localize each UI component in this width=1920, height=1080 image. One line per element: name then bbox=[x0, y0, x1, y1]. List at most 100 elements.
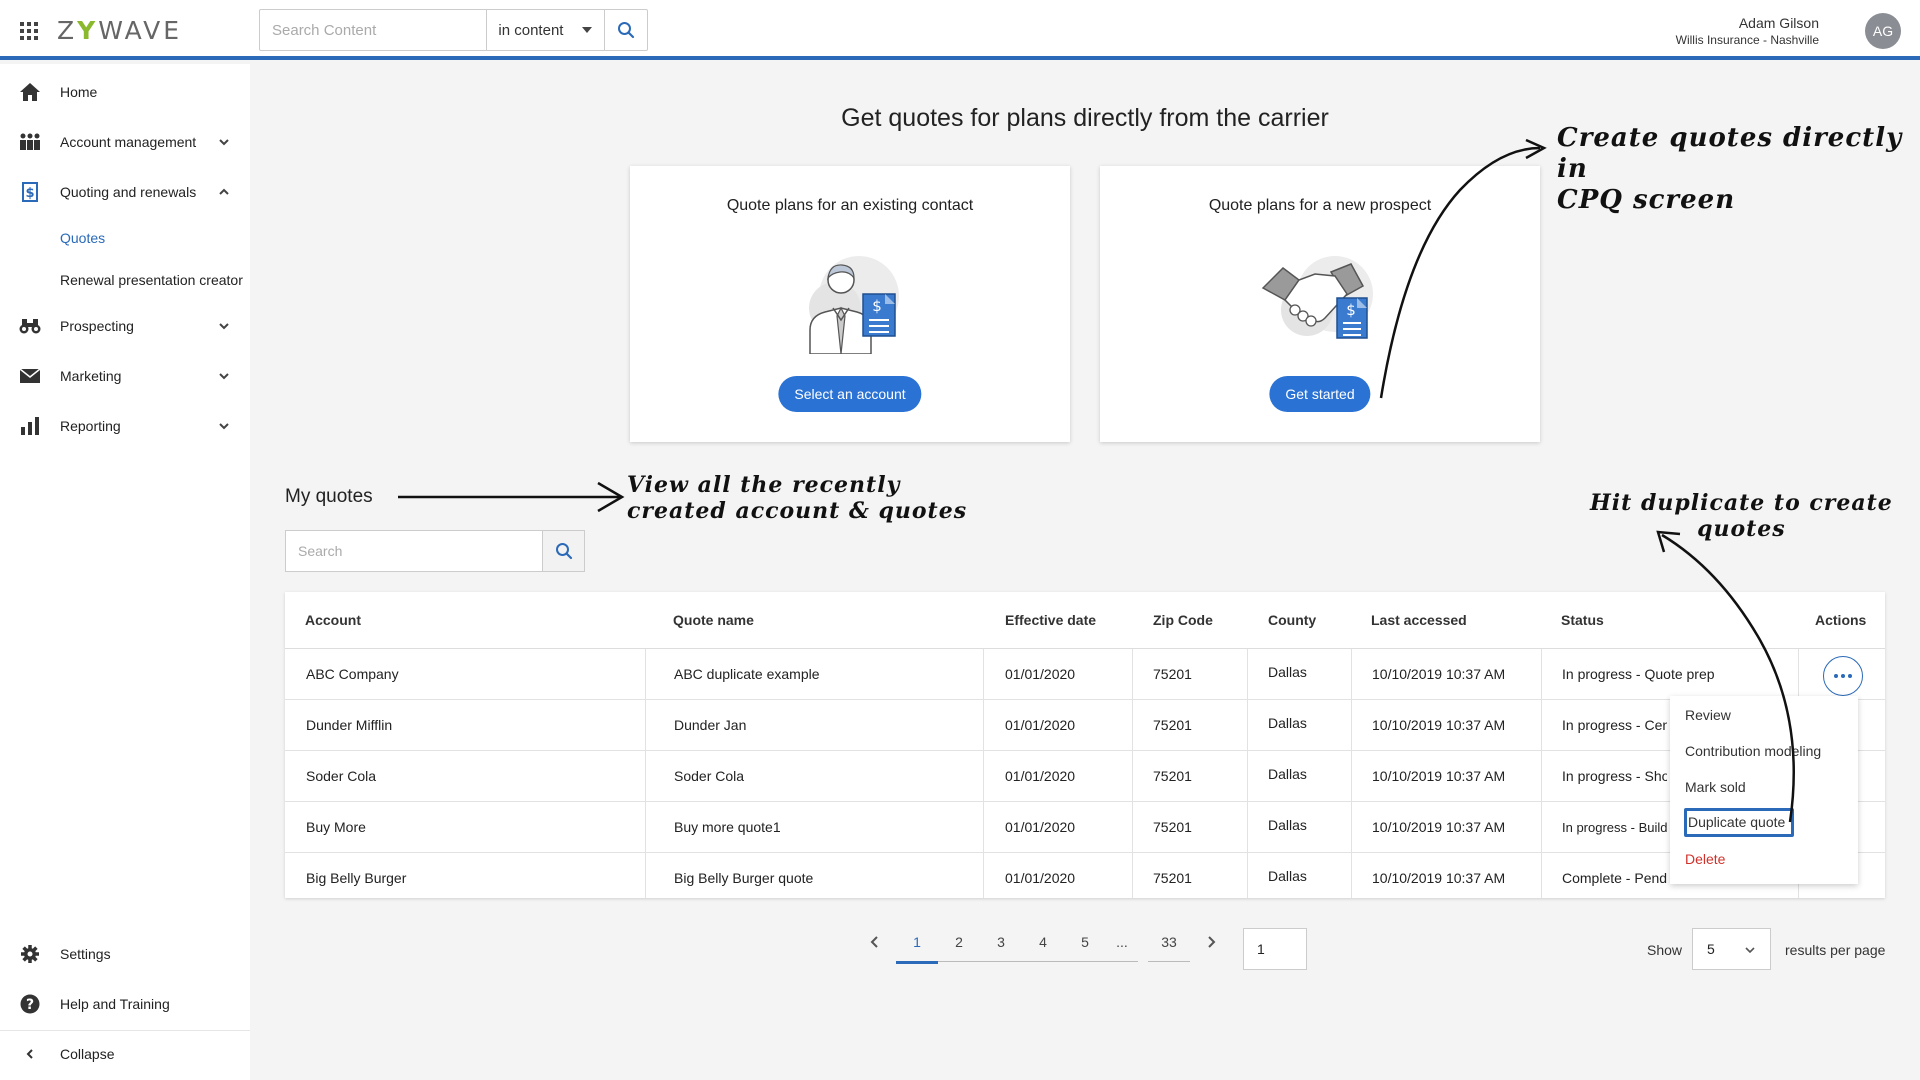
help-circle-icon: ? bbox=[20, 994, 40, 1014]
svg-text:$: $ bbox=[872, 297, 882, 315]
pagination-page-2[interactable]: 2 bbox=[938, 922, 980, 962]
search-scope-select[interactable]: in content bbox=[486, 10, 604, 50]
column-header-account[interactable]: Account bbox=[305, 592, 361, 648]
apps-grid-icon[interactable] bbox=[20, 22, 38, 40]
show-label: Show bbox=[1647, 942, 1683, 958]
column-divider bbox=[1541, 649, 1542, 898]
menu-item-duplicate-quote[interactable]: Duplicate quote bbox=[1684, 808, 1795, 837]
pagination-page-1[interactable]: 1 bbox=[896, 922, 938, 964]
pagination-next[interactable] bbox=[1200, 922, 1222, 962]
quotes-table: Account Quote name Effective date Zip Co… bbox=[285, 592, 1885, 898]
sidebar-label-home: Home bbox=[60, 84, 98, 100]
quotes-search-input[interactable] bbox=[286, 531, 543, 571]
pagination-page-4[interactable]: 4 bbox=[1022, 922, 1064, 962]
binoculars-icon bbox=[19, 319, 41, 334]
menu-item-contribution-modeling[interactable]: Contribution modeling bbox=[1685, 743, 1821, 759]
column-header-last-accessed[interactable]: Last accessed bbox=[1371, 592, 1467, 648]
get-started-button[interactable]: Get started bbox=[1269, 376, 1371, 412]
sidebar-item-prospecting[interactable]: Prospecting bbox=[0, 306, 250, 346]
cell-effective-date: 01/01/2020 bbox=[1005, 717, 1076, 733]
cell-zip-code: 75201 bbox=[1153, 870, 1192, 886]
pagination-page-5[interactable]: 5 bbox=[1064, 922, 1106, 962]
column-header-status[interactable]: Status bbox=[1561, 592, 1604, 648]
card-title-existing-contact: Quote plans for an existing contact bbox=[726, 197, 974, 214]
page-number-input[interactable] bbox=[1243, 928, 1307, 970]
table-row[interactable]: Big Belly Burger Big Belly Burger quote … bbox=[285, 853, 1885, 904]
svg-text:$: $ bbox=[1346, 301, 1356, 319]
column-header-zip-code[interactable]: Zip Code bbox=[1153, 592, 1213, 648]
sidebar-item-help[interactable]: ? Help and Training bbox=[0, 984, 250, 1024]
cell-county: Dallas bbox=[1268, 766, 1307, 782]
table-row[interactable]: Soder Cola Soder Cola 01/01/2020 75201 D… bbox=[285, 751, 1885, 802]
chevron-right-icon bbox=[1208, 936, 1216, 948]
column-divider bbox=[1351, 649, 1352, 898]
top-header: ZYWAVE in content Adam Gilson Willis Ins… bbox=[0, 0, 1920, 60]
column-divider bbox=[1247, 649, 1248, 898]
cell-quote-name: Buy more quote1 bbox=[674, 819, 781, 835]
column-header-county[interactable]: County bbox=[1268, 592, 1316, 648]
menu-item-review[interactable]: Review bbox=[1685, 707, 1731, 723]
more-dots-icon bbox=[1841, 674, 1845, 678]
more-dots-icon bbox=[1834, 674, 1838, 678]
table-row[interactable]: ABC Company ABC duplicate example 01/01/… bbox=[285, 649, 1885, 700]
chevron-down-icon bbox=[219, 373, 229, 380]
bar-chart-icon bbox=[21, 417, 39, 435]
pagination-page-last[interactable]: 33 bbox=[1148, 922, 1190, 962]
my-quotes-title: My quotes bbox=[285, 486, 373, 507]
cell-effective-date: 01/01/2020 bbox=[1005, 768, 1076, 784]
select-account-button[interactable]: Select an account bbox=[778, 376, 922, 412]
global-search: in content bbox=[259, 9, 648, 51]
sidebar-item-reporting[interactable]: Reporting bbox=[0, 406, 250, 446]
column-divider bbox=[645, 649, 646, 898]
pagination-ellipsis: ... bbox=[1116, 934, 1128, 950]
sidebar-label-reporting: Reporting bbox=[60, 418, 121, 434]
annotation-create-quotes: Create quotes directly in CPQ screen bbox=[1557, 123, 1920, 217]
sidebar-item-account-management[interactable]: Account management bbox=[0, 122, 250, 162]
global-search-input[interactable] bbox=[260, 10, 487, 50]
chevron-down-icon bbox=[219, 323, 229, 330]
sidebar-item-marketing[interactable]: Marketing bbox=[0, 356, 250, 396]
cell-last-accessed: 10/10/2019 10:37 AM bbox=[1372, 870, 1506, 886]
menu-item-mark-sold[interactable]: Mark sold bbox=[1685, 779, 1746, 795]
people-icon bbox=[20, 133, 40, 150]
results-per-page-select[interactable]: 5 bbox=[1692, 928, 1771, 970]
pagination-prev[interactable] bbox=[864, 922, 886, 962]
cell-quote-name: Soder Cola bbox=[674, 768, 745, 784]
sidebar-collapse[interactable]: Collapse bbox=[0, 1034, 250, 1074]
sidebar-item-settings[interactable]: Settings bbox=[0, 934, 250, 974]
annotation-text: created account & quotes bbox=[627, 498, 968, 525]
existing-contact-card: Quote plans for an existing contact $ Se… bbox=[630, 166, 1070, 442]
cell-county: Dallas bbox=[1268, 715, 1307, 731]
more-dots-icon bbox=[1848, 674, 1852, 678]
user-avatar[interactable]: AG bbox=[1865, 13, 1901, 49]
cell-status: In progress - Buildi bbox=[1562, 819, 1667, 835]
cell-effective-date: 01/01/2020 bbox=[1005, 819, 1076, 835]
column-header-quote-name[interactable]: Quote name bbox=[673, 592, 754, 648]
table-row[interactable]: Buy More Buy more quote1 01/01/2020 7520… bbox=[285, 802, 1885, 853]
chevron-left-icon bbox=[870, 936, 878, 948]
cell-last-accessed: 10/10/2019 10:37 AM bbox=[1372, 666, 1506, 682]
sidebar-divider bbox=[0, 1030, 250, 1031]
gear-icon bbox=[21, 945, 39, 963]
sidebar-item-home[interactable]: Home bbox=[0, 72, 250, 112]
envelope-icon bbox=[20, 369, 40, 383]
menu-item-delete[interactable]: Delete bbox=[1685, 851, 1725, 867]
search-icon bbox=[555, 543, 572, 560]
sidebar-item-quoting-renewals[interactable]: $ Quoting and renewals bbox=[0, 172, 250, 212]
sidebar-label-quoting-renewals: Quoting and renewals bbox=[60, 184, 197, 200]
sidebar-label-settings: Settings bbox=[60, 946, 111, 962]
chevron-left-icon bbox=[26, 1049, 33, 1059]
quotes-search-button[interactable] bbox=[542, 531, 584, 571]
annotation-duplicate: Hit duplicate to create quotes bbox=[1590, 490, 1893, 543]
global-search-button[interactable] bbox=[604, 10, 647, 50]
row-actions-more-button[interactable] bbox=[1823, 656, 1863, 696]
sidebar-subitem-quotes[interactable]: Quotes bbox=[60, 230, 105, 246]
column-header-effective-date[interactable]: Effective date bbox=[1005, 592, 1096, 648]
pagination-page-3[interactable]: 3 bbox=[980, 922, 1022, 962]
cell-zip-code: 75201 bbox=[1153, 768, 1192, 784]
sidebar-subitem-renewal-creator[interactable]: Renewal presentation creator bbox=[60, 272, 243, 288]
table-row[interactable]: Dunder Mifflin Dunder Jan 01/01/2020 752… bbox=[285, 700, 1885, 751]
zywave-logo[interactable]: ZYWAVE bbox=[57, 16, 182, 45]
cell-account: ABC Company bbox=[306, 666, 399, 682]
user-name[interactable]: Adam Gilson bbox=[1739, 15, 1819, 31]
